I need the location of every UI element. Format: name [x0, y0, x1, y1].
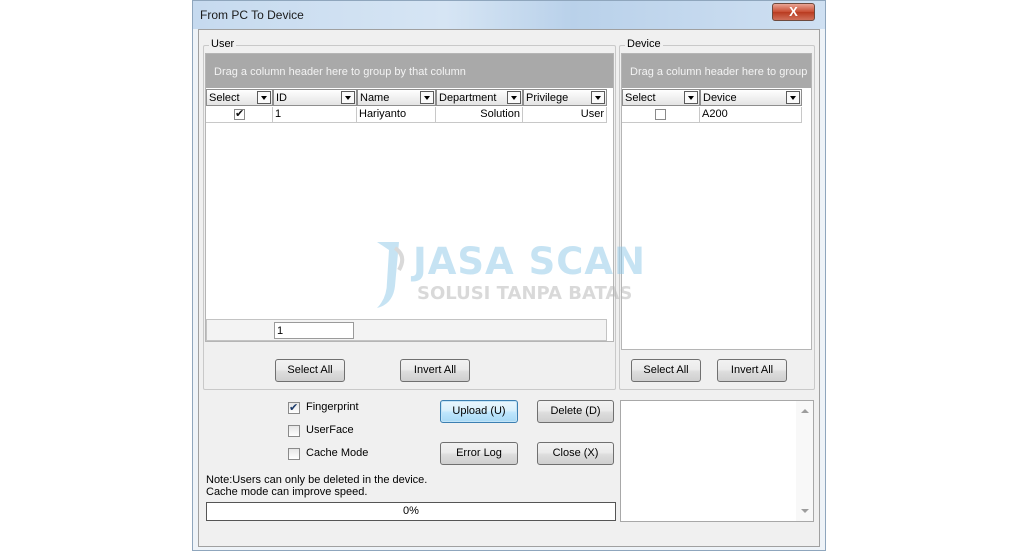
- checkbox-unchecked[interactable]: [655, 109, 666, 120]
- cache-mode-label: Cache Mode: [306, 447, 369, 459]
- fingerprint-checkbox[interactable]: Fingerprint: [288, 401, 378, 415]
- user-col-department[interactable]: Department: [436, 89, 523, 106]
- user-group-by-panel[interactable]: Drag a column header here to group by th…: [206, 54, 613, 88]
- user-col-name-label: Name: [360, 92, 390, 104]
- user-col-department-label: Department: [439, 92, 497, 104]
- userface-checkbox[interactable]: UserFace: [288, 424, 378, 438]
- user-group: User Drag a column header here to group …: [203, 38, 616, 390]
- fingerprint-label: Fingerprint: [306, 401, 359, 413]
- user-col-select-label: Select: [209, 92, 240, 104]
- user-group-label: User: [209, 38, 237, 50]
- cache-mode-check-box[interactable]: [288, 448, 300, 460]
- user-count-summary: 1: [274, 322, 354, 339]
- note-cache: Cache mode can improve speed.: [206, 486, 368, 498]
- upload-button[interactable]: Upload (U): [440, 400, 518, 423]
- checkbox-checked[interactable]: [234, 107, 245, 120]
- device-select-all-button[interactable]: Select All: [631, 359, 701, 382]
- chevron-down-icon[interactable]: [684, 91, 698, 104]
- device-col-select-label: Select: [625, 92, 656, 104]
- progress-text: 0%: [403, 505, 419, 517]
- user-row-name[interactable]: Hariyanto: [357, 107, 436, 123]
- title-bar: From PC To Device X: [193, 1, 825, 29]
- device-row-select-cell[interactable]: [622, 107, 700, 123]
- chevron-down-icon[interactable]: [591, 91, 605, 104]
- vertical-scrollbar[interactable]: [796, 401, 813, 521]
- scroll-up-icon[interactable]: [801, 409, 809, 413]
- device-group: Device Drag a column header here to grou…: [619, 38, 815, 390]
- log-output-box[interactable]: [620, 400, 814, 522]
- user-col-privilege-label: Privilege: [526, 92, 569, 104]
- chevron-down-icon[interactable]: [257, 91, 271, 104]
- user-grid-footer: 1: [206, 319, 607, 341]
- device-col-select[interactable]: Select: [622, 89, 700, 106]
- chevron-down-icon[interactable]: [341, 91, 355, 104]
- user-col-privilege[interactable]: Privilege: [523, 89, 607, 106]
- user-col-name[interactable]: Name: [357, 89, 436, 106]
- user-select-all-button[interactable]: Select All: [275, 359, 345, 382]
- chevron-down-icon[interactable]: [786, 91, 800, 104]
- dialog-window: From PC To Device X User Drag a column h…: [192, 0, 826, 551]
- fingerprint-check-box[interactable]: [288, 401, 300, 414]
- upload-progress-bar: 0%: [206, 502, 616, 521]
- delete-button[interactable]: Delete (D): [537, 400, 614, 423]
- error-log-button[interactable]: Error Log: [440, 442, 518, 465]
- window-close-button[interactable]: X: [772, 3, 815, 21]
- window-title: From PC To Device: [200, 8, 304, 22]
- user-row-privilege[interactable]: User: [523, 107, 607, 123]
- user-row-id[interactable]: 1: [273, 107, 357, 123]
- user-row-department[interactable]: Solution: [436, 107, 523, 123]
- device-group-label: Device: [625, 38, 663, 50]
- userface-label: UserFace: [306, 424, 354, 436]
- user-grid: Drag a column header here to group by th…: [205, 53, 614, 342]
- user-col-id[interactable]: ID: [273, 89, 357, 106]
- user-invert-all-button[interactable]: Invert All: [400, 359, 470, 382]
- device-invert-all-button[interactable]: Invert All: [717, 359, 787, 382]
- device-col-device-label: Device: [703, 92, 737, 104]
- device-row-name[interactable]: A200: [700, 107, 802, 123]
- user-col-select[interactable]: Select: [206, 89, 273, 106]
- close-button[interactable]: Close (X): [537, 442, 614, 465]
- device-col-device[interactable]: Device: [700, 89, 802, 106]
- scroll-down-icon[interactable]: [801, 509, 809, 513]
- device-grid: Drag a column header here to group by th…: [621, 53, 812, 350]
- note-delete: Note:Users can only be deleted in the de…: [206, 474, 428, 486]
- user-col-id-label: ID: [276, 92, 287, 104]
- cache-mode-checkbox[interactable]: Cache Mode: [288, 447, 378, 461]
- chevron-down-icon[interactable]: [507, 91, 521, 104]
- device-group-by-panel[interactable]: Drag a column header here to group by th…: [622, 54, 811, 88]
- user-row-select-cell[interactable]: [206, 107, 273, 123]
- dialog-client-area: User Drag a column header here to group …: [198, 29, 820, 547]
- userface-check-box[interactable]: [288, 425, 300, 437]
- chevron-down-icon[interactable]: [420, 91, 434, 104]
